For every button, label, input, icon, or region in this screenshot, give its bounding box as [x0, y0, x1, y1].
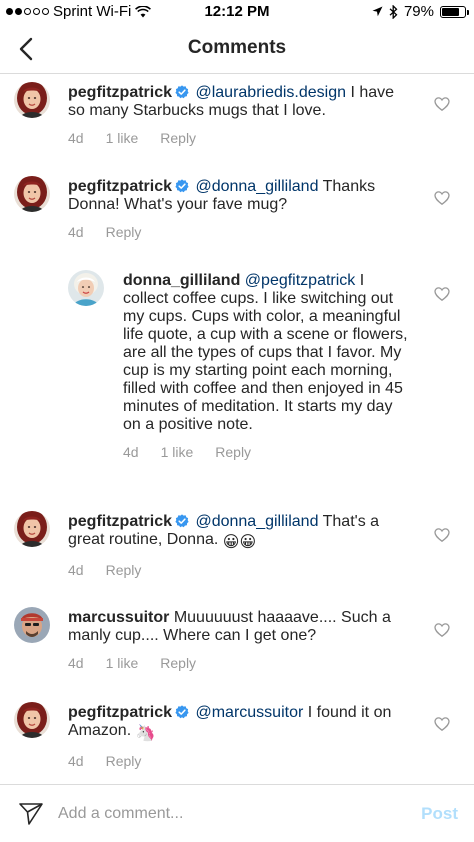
comment-meta: 4d 1 like Reply: [123, 443, 413, 461]
post-button[interactable]: Post: [421, 804, 458, 824]
page-title: Comments: [187, 37, 287, 58]
verified-badge-icon: [175, 85, 189, 99]
comment-username[interactable]: pegfitzpatrick: [68, 513, 172, 530]
comment-mention[interactable]: @laurabriedis.design: [195, 84, 346, 101]
comment-likes[interactable]: 1 like: [161, 443, 194, 461]
comment-time: 4d: [68, 753, 84, 769]
reply-button[interactable]: Reply: [160, 654, 196, 672]
comment-body: donna_gilliland @pegfitzpatrick I collec…: [123, 272, 413, 461]
reply-button[interactable]: Reply: [160, 129, 196, 147]
send-direct-icon[interactable]: [18, 801, 44, 827]
comment-mention[interactable]: @donna_gilliland: [195, 513, 318, 530]
comment-meta: 4d Reply: [68, 561, 408, 579]
comment-username[interactable]: pegfitzpatrick: [68, 178, 172, 195]
comment-mention[interactable]: @donna_gilliland: [195, 178, 318, 195]
comment-username[interactable]: pegfitzpatrick: [68, 84, 172, 101]
comment-mention[interactable]: @marcussuitor: [195, 704, 303, 721]
navigation-header: Comments: [0, 24, 474, 74]
avatar[interactable]: [14, 511, 50, 547]
comment-time: 4d: [68, 224, 84, 240]
comment-username[interactable]: marcussuitor: [68, 609, 169, 626]
avatar[interactable]: [14, 176, 50, 212]
comment-meta: 4d Reply: [68, 752, 408, 770]
avatar[interactable]: [14, 607, 50, 643]
heart-icon[interactable]: [434, 622, 450, 638]
avatar[interactable]: [14, 702, 50, 738]
reply-button[interactable]: Reply: [106, 223, 142, 241]
location-arrow-icon: [372, 6, 383, 17]
verified-badge-icon: [175, 179, 189, 193]
reply-button[interactable]: Reply: [106, 752, 142, 770]
battery-percent: 79%: [403, 3, 434, 20]
grinning-face-emoji: 😀😀: [222, 534, 257, 551]
comment-time: 4d: [123, 444, 139, 460]
heart-icon[interactable]: [434, 716, 450, 732]
status-right: 79%: [372, 3, 469, 20]
comment-body: pegfitzpatrick @laurabriedis.design I ha…: [68, 84, 408, 147]
comment-meta: 4d 1 like Reply: [68, 654, 408, 672]
avatar[interactable]: [68, 270, 104, 306]
unicorn-emoji: 🦄: [135, 725, 156, 742]
comment-meta: 4d Reply: [68, 223, 408, 241]
reply-button[interactable]: Reply: [106, 561, 142, 579]
status-bar: Sprint Wi-Fi 12:12 PM 79%: [0, 0, 474, 24]
verified-badge-icon: [175, 514, 189, 528]
comment-input[interactable]: [58, 797, 388, 831]
comment-time: 4d: [68, 655, 84, 671]
comment-meta: 4d 1 like Reply: [68, 129, 408, 147]
verified-badge-icon: [175, 705, 189, 719]
heart-icon[interactable]: [434, 190, 450, 206]
comment-text: I collect coffee cups. I like switching …: [123, 272, 408, 433]
battery-icon: [440, 5, 469, 18]
heart-icon[interactable]: [434, 527, 450, 543]
comment-username[interactable]: pegfitzpatrick: [68, 704, 172, 721]
comment-likes[interactable]: 1 like: [106, 654, 139, 672]
comment-body: pegfitzpatrick @donna_gilliland Thanks D…: [68, 178, 408, 241]
comment-time: 4d: [68, 562, 84, 578]
comment-body: marcussuitor Muuuuuust haaaave.... Such …: [68, 609, 408, 672]
bluetooth-icon: [389, 4, 398, 19]
comment-body: pegfitzpatrick @donna_gilliland That's a…: [68, 513, 408, 579]
comment-compose-bar: Post: [0, 784, 474, 842]
avatar[interactable]: [14, 82, 50, 118]
reply-button[interactable]: Reply: [215, 443, 251, 461]
comment-mention[interactable]: @pegfitzpatrick: [245, 272, 356, 289]
battery-level: [442, 7, 460, 16]
comment-body: pegfitzpatrick @marcussuitor I found it …: [68, 704, 408, 770]
heart-icon[interactable]: [434, 96, 450, 112]
comment-time: 4d: [68, 130, 84, 146]
heart-icon[interactable]: [434, 286, 450, 302]
comment-likes[interactable]: 1 like: [106, 129, 139, 147]
comment-username[interactable]: donna_gilliland: [123, 272, 240, 289]
